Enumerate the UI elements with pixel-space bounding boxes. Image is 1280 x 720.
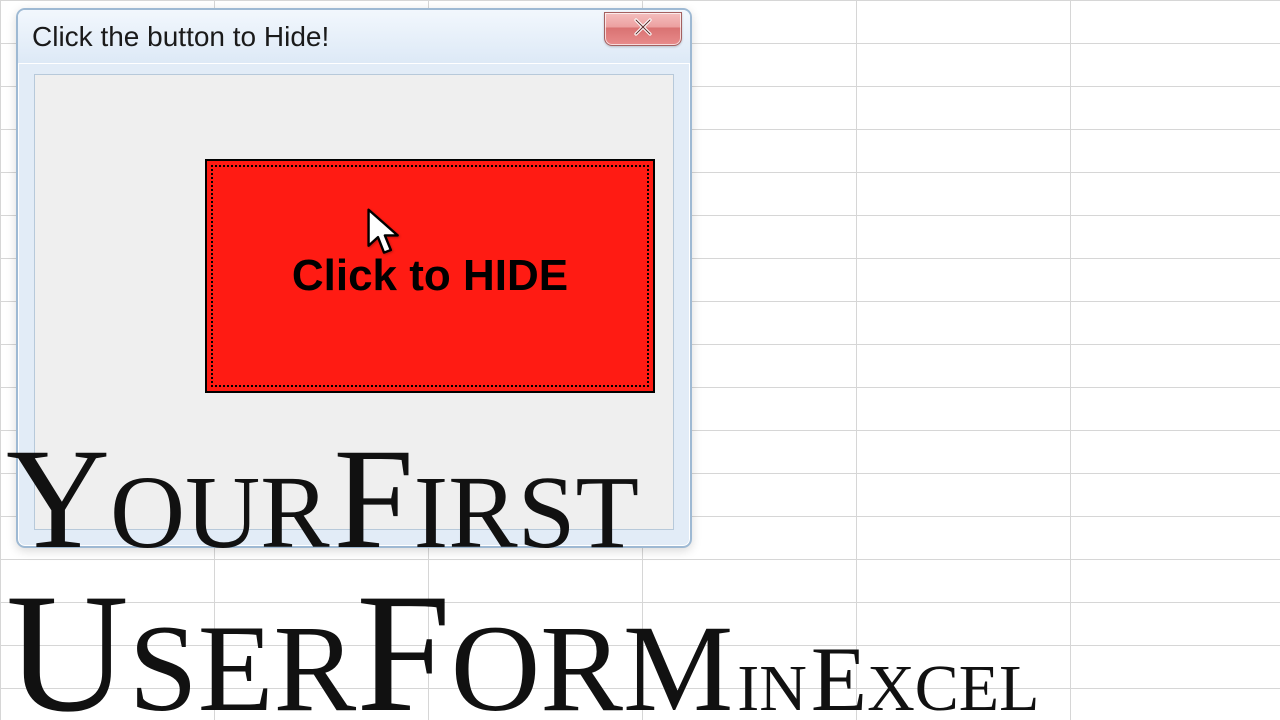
- close-button[interactable]: [604, 12, 682, 46]
- userform-dialog: Click the button to Hide! Click to HIDE: [16, 8, 692, 548]
- close-icon: [631, 15, 655, 44]
- dialog-client-area: Click to HIDE: [34, 74, 674, 530]
- dialog-title: Click the button to Hide!: [32, 21, 329, 53]
- dialog-titlebar[interactable]: Click the button to Hide!: [18, 10, 690, 64]
- hide-button[interactable]: Click to HIDE: [205, 159, 655, 393]
